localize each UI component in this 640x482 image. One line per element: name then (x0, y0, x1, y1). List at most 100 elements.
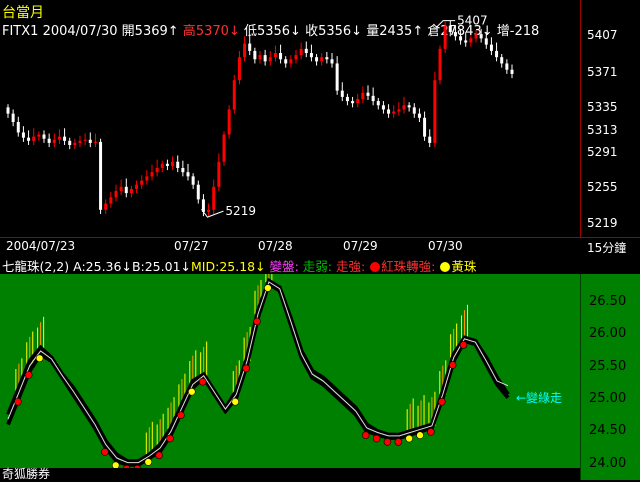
red-bead (427, 428, 435, 436)
candle-body (191, 176, 195, 185)
red-bead (448, 361, 457, 369)
candle-body (402, 105, 406, 110)
footer-bar: 奇狐勝券 (0, 467, 580, 481)
red-bead (372, 434, 381, 443)
legend-weak: 走弱: (302, 259, 332, 274)
legend-red-bead: 紅珠轉強: (381, 259, 436, 274)
candle-body (16, 122, 20, 133)
red-bead (361, 431, 370, 440)
indicator-tick: 24.50 (589, 423, 627, 438)
legend-strong: 走強: (335, 259, 366, 274)
red-bead (242, 364, 250, 373)
price-tick: 5407 (587, 28, 618, 42)
candle-body (273, 53, 277, 58)
candle-body (309, 53, 313, 58)
candle-body (227, 109, 231, 135)
candle-body (407, 105, 411, 108)
candle-body (135, 184, 139, 189)
line-b (6, 280, 510, 467)
candle-body (263, 55, 267, 62)
red-bead (101, 448, 109, 456)
date-label: 07/30 (428, 239, 463, 253)
candle-body (176, 161, 180, 168)
price-axis: 5407 5371 5335 5313 5291 5255 5219 (580, 0, 640, 237)
yellow-bead (416, 431, 424, 440)
indicator-tick: 26.50 (589, 294, 627, 309)
red-bead (14, 397, 22, 406)
candle-body (165, 163, 169, 166)
date-label: 07/29 (343, 239, 378, 253)
candle-body (207, 209, 211, 212)
yellow-bead (187, 387, 196, 396)
candle-body (423, 117, 427, 137)
candle-body (124, 186, 128, 194)
candle-body (428, 136, 432, 143)
candle-body (73, 142, 77, 145)
price-tick: 5313 (587, 123, 618, 137)
candle-body (315, 57, 319, 62)
candle-body (232, 80, 236, 110)
candle-body (387, 109, 391, 114)
candle-body (366, 92, 370, 96)
candle-body (155, 168, 159, 173)
yellow-bead (405, 434, 413, 443)
candle-body (279, 53, 283, 60)
a-label: A: (73, 259, 86, 274)
red-bead-icon (370, 262, 381, 272)
candle-body (258, 55, 262, 60)
candle-body (171, 161, 175, 166)
indicator-panel: 七龍珠(2,2) A:25.36↓B:25.01↓MID:25.18↓ 變盤: … (0, 256, 640, 481)
price-tick: 5291 (587, 145, 618, 159)
candle-body (181, 168, 185, 173)
low-annotation: 5219 (225, 204, 256, 218)
price-tick: 5335 (587, 100, 618, 114)
candle-body (361, 92, 365, 99)
indicator-tick: 26.00 (589, 326, 627, 341)
high-annotation: 5407 (457, 14, 488, 28)
interval-selector[interactable]: 15分鐘 (587, 239, 626, 256)
candle-body (212, 186, 216, 210)
candle-body (469, 38, 473, 43)
candle-body (160, 163, 164, 168)
yellow-bead (35, 354, 44, 363)
red-bead (394, 438, 403, 446)
candle-body (438, 48, 442, 81)
candle-body (459, 36, 463, 41)
candle-body (304, 48, 308, 53)
indicator-chart[interactable]: ←變綠走 (0, 274, 580, 468)
candle-body (294, 55, 298, 60)
candlestick-chart[interactable]: 5407 5219 (0, 0, 580, 237)
candle-body (356, 99, 360, 104)
candle-body (222, 134, 226, 162)
candle-body (83, 139, 87, 141)
candle-body (129, 188, 133, 194)
indicator-tick: 24.00 (589, 456, 627, 471)
red-bead (437, 397, 446, 406)
date-label: 2004/07/23 (6, 239, 76, 253)
candle-body (114, 191, 118, 198)
candle-body (371, 95, 375, 102)
candle-body (268, 57, 272, 62)
candle-body (484, 38, 488, 45)
candle-body (417, 113, 421, 118)
candle-body (196, 184, 200, 200)
price-panel: 台當月 FITX1 2004/07/30 開5369↑ 高5370↓ 低5356… (0, 0, 640, 237)
price-tick: 5371 (587, 65, 618, 79)
legend-change: 變盤: (269, 259, 299, 274)
candle-body (500, 57, 504, 64)
candle-body (186, 172, 190, 177)
mid-label: MID: (191, 259, 220, 274)
candle-body (489, 44, 493, 51)
date-label: 07/27 (174, 239, 209, 253)
brand-label: 奇狐勝券 (2, 467, 51, 481)
red-bead (24, 371, 33, 379)
candle-body (47, 138, 51, 143)
candle-body (335, 63, 339, 91)
date-label: 07/28 (258, 239, 293, 253)
candle-body (237, 57, 241, 81)
candle-body (474, 34, 478, 39)
candle-body (63, 136, 67, 141)
candle-body (11, 113, 15, 122)
candle-body (340, 90, 344, 97)
candle-body (68, 140, 72, 145)
